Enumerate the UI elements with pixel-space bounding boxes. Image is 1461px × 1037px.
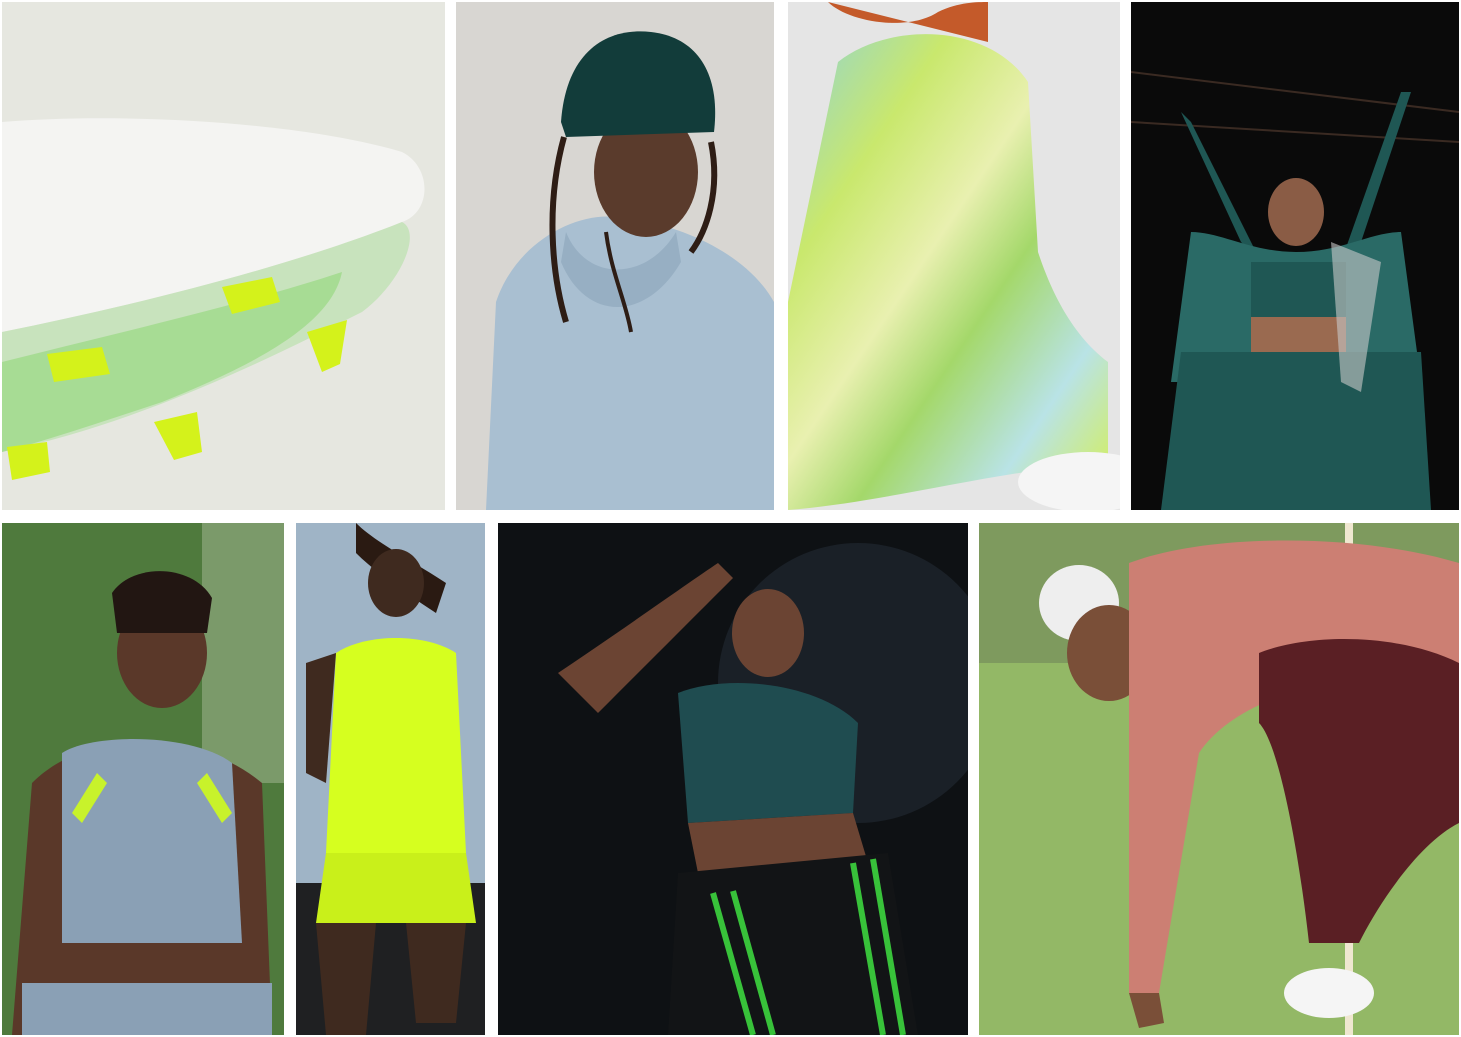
photo-iridescent-bodysuit (788, 2, 1120, 510)
photo-grey-crop-top (2, 523, 284, 1035)
photo-golfer (979, 523, 1459, 1035)
photo-neon-runner (296, 523, 485, 1035)
photo-football-boot (2, 2, 445, 510)
photo-dancer (498, 523, 968, 1035)
photo-teal-jacket-arms-raised (1131, 2, 1459, 510)
photo-man-hoodie (456, 2, 774, 510)
